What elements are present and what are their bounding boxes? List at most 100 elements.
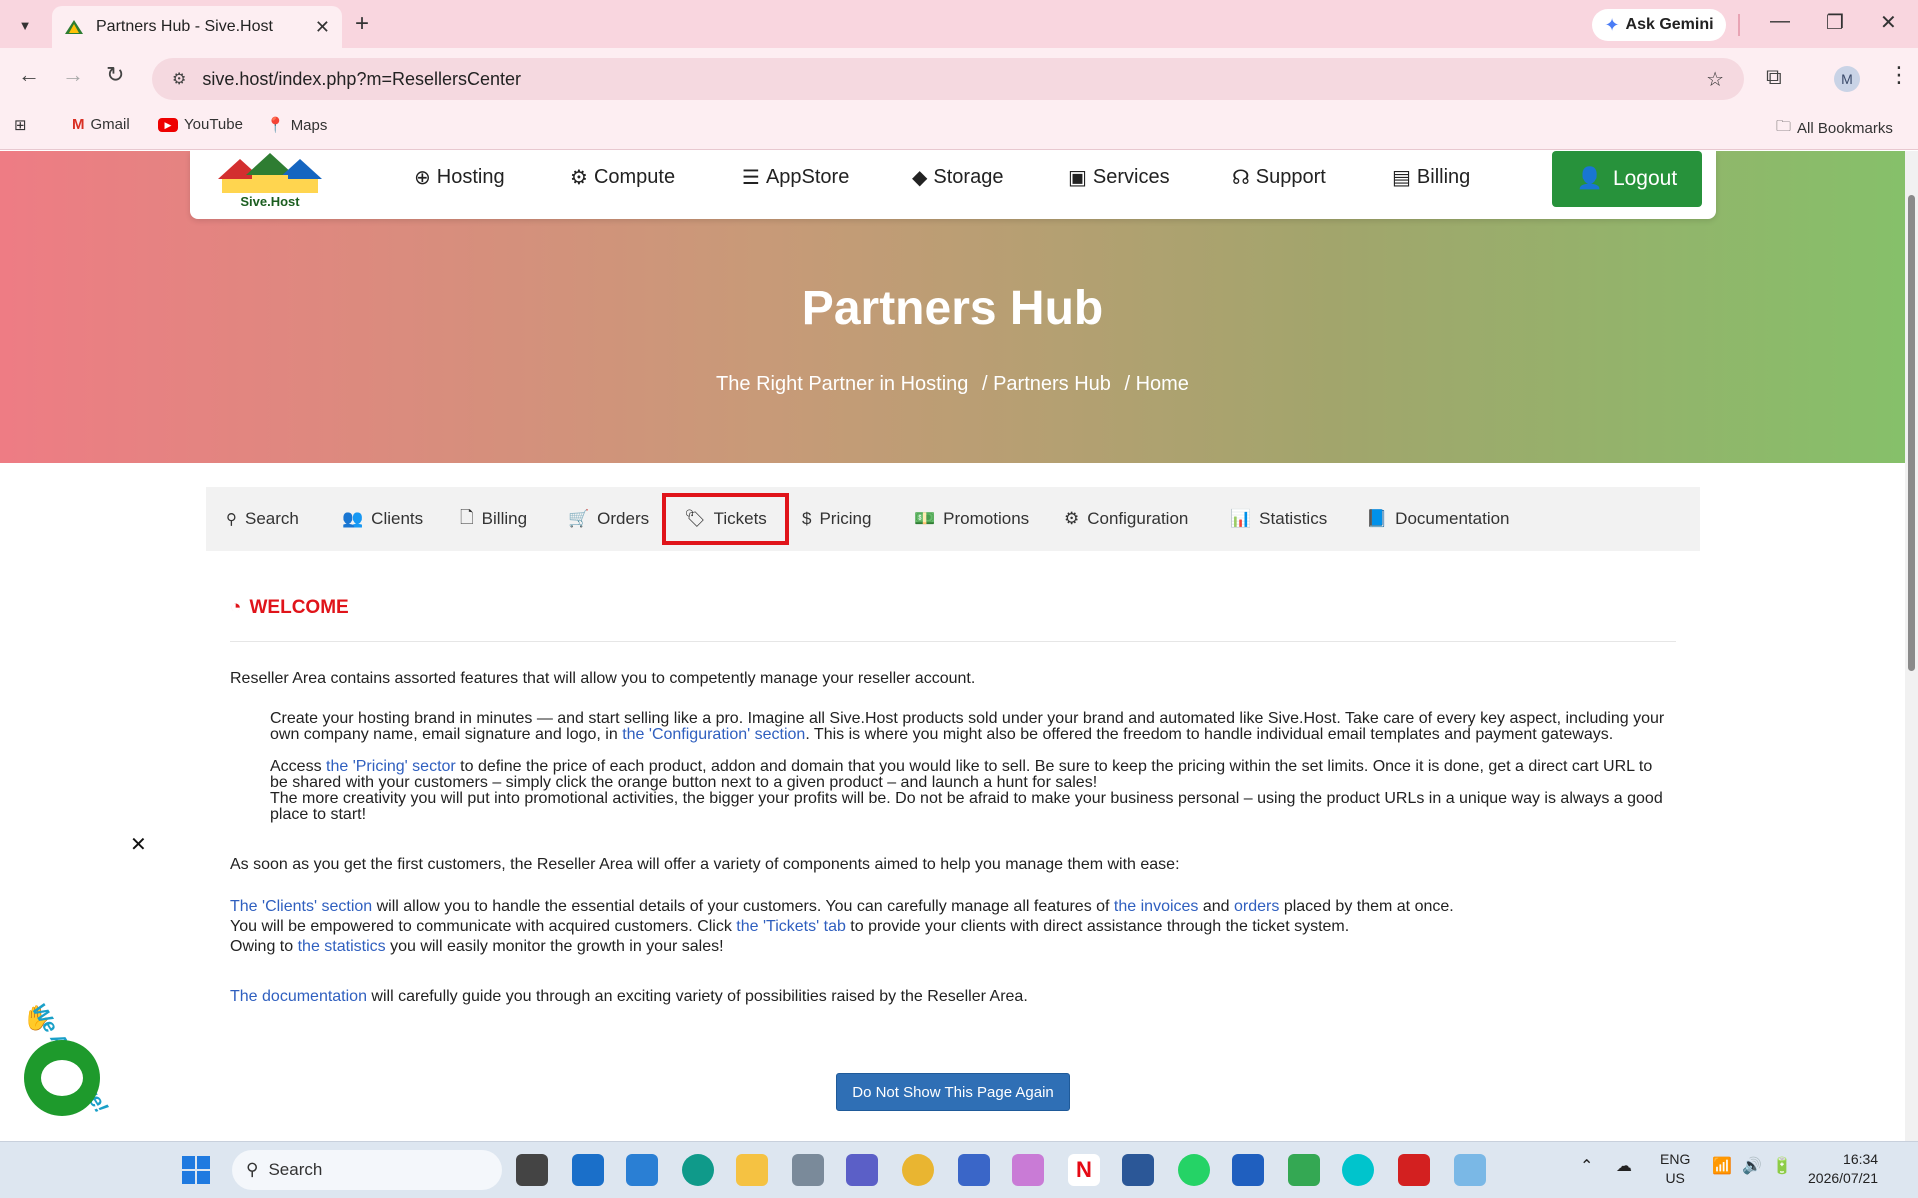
all-bookmarks-label: All Bookmarks [1797, 120, 1893, 137]
invoices-link[interactable]: the invoices [1114, 898, 1199, 915]
tab-list-chevron-icon[interactable]: ▼ [12, 12, 38, 38]
tab-orders[interactable]: 🛒 Orders [568, 503, 649, 535]
first-customers-text: As soon as you get the first customers, … [230, 856, 1180, 873]
chrome-icon[interactable] [902, 1154, 934, 1186]
bookmark-star-icon[interactable]: ☆ [1706, 67, 1724, 92]
tab-statistics[interactable]: 📊 Statistics [1230, 503, 1327, 535]
bookmark-youtube[interactable]: ▶ YouTube [158, 116, 243, 133]
text-span: placed by them at once. [1279, 898, 1454, 915]
nav-support[interactable]: ☊ Support [1232, 165, 1326, 190]
tab-label: Statistics [1259, 509, 1328, 528]
back-arrow-icon[interactable]: ← [18, 62, 40, 88]
profile-avatar[interactable]: M [1834, 66, 1860, 92]
tab-tickets[interactable]: 🏷 Tickets [662, 493, 789, 545]
file-explorer-icon[interactable] [736, 1154, 768, 1186]
all-bookmarks[interactable]: 🗀 All Bookmarks [1776, 116, 1893, 141]
app-hexagon-icon[interactable] [792, 1154, 824, 1186]
infinity-app-icon[interactable] [1232, 1154, 1264, 1186]
whatsapp-icon[interactable] [1178, 1154, 1210, 1186]
edge-icon[interactable] [682, 1154, 714, 1186]
volume-icon[interactable]: 🔊 [1742, 1156, 1762, 1176]
apps-grid-icon[interactable]: ⊞ [14, 116, 27, 134]
url-text[interactable]: sive.host/index.php?m=ResellersCenter [202, 69, 1706, 90]
tab-promotions[interactable]: 💵 Promotions [914, 503, 1029, 535]
teams-icon[interactable] [846, 1154, 878, 1186]
clients-link[interactable]: The 'Clients' section [230, 898, 372, 915]
store-icon[interactable] [958, 1154, 990, 1186]
welcome-heading-text: WELCOME [249, 597, 349, 618]
forward-arrow-icon[interactable]: → [62, 62, 84, 88]
lang-bottom: US [1665, 1170, 1685, 1186]
extensions-icon[interactable]: ⧉ [1766, 64, 1782, 90]
browser-tab[interactable]: Partners Hub - Sive.Host ✕ [52, 6, 342, 48]
tab-label: Clients [371, 509, 424, 528]
netflix-icon[interactable]: N [1068, 1154, 1100, 1186]
scrollbar-thumb[interactable] [1908, 195, 1915, 671]
gear-icon: ⚙ [570, 167, 588, 189]
new-tab-button[interactable]: + [355, 10, 369, 38]
sive-host-logo[interactable]: Sive.Host [210, 151, 330, 215]
documentation-link[interactable]: The documentation [230, 988, 367, 1005]
tab-search[interactable]: ⚲ Search [226, 503, 299, 535]
gmail-icon: M [72, 116, 85, 133]
tickets-link[interactable]: the 'Tickets' tab [736, 918, 846, 935]
chat-bubble-button[interactable] [24, 1040, 100, 1116]
configuration-link[interactable]: the 'Configuration' section [622, 726, 805, 743]
site-info-icon[interactable]: ⚙ [172, 69, 186, 89]
cloud-icon[interactable]: ☁ [1616, 1156, 1632, 1176]
nav-hosting[interactable]: ⊕ Hosting [414, 165, 505, 190]
google-drive-icon[interactable] [1288, 1154, 1320, 1186]
tab-label: Pricing [819, 509, 872, 528]
window-separator [1738, 14, 1740, 36]
tray-chevron-icon[interactable]: ⌃ [1580, 1156, 1593, 1176]
windows-start-icon[interactable] [182, 1156, 210, 1184]
nav-label: Storage [933, 166, 1004, 188]
orders-link[interactable]: orders [1234, 898, 1279, 915]
tab-pricing[interactable]: $ Pricing [802, 503, 871, 535]
paint-icon[interactable] [1454, 1154, 1486, 1186]
canva-icon[interactable] [1342, 1154, 1374, 1186]
vscode-icon[interactable] [626, 1154, 658, 1186]
task-view-icon[interactable] [516, 1154, 548, 1186]
tab-close-icon[interactable]: ✕ [315, 17, 330, 38]
outlook-icon[interactable] [572, 1154, 604, 1186]
taskbar-clock[interactable]: 16:34 2026/07/21 [1808, 1150, 1878, 1188]
address-bar[interactable]: ⚙ sive.host/index.php?m=ResellersCenter … [152, 58, 1744, 100]
ask-gemini-button[interactable]: ✦ Ask Gemini [1592, 9, 1726, 41]
tab-label: Documentation [1395, 509, 1510, 528]
tab-configuration[interactable]: ⚙ Configuration [1064, 503, 1188, 535]
nav-storage[interactable]: ◆ Storage [912, 165, 1003, 190]
logout-button[interactable]: 👤 Logout [1552, 151, 1702, 207]
copilot-icon[interactable] [1012, 1154, 1044, 1186]
bookmark-maps[interactable]: 📍 Maps [266, 116, 327, 135]
tab-clients[interactable]: 👥 Clients [342, 503, 423, 535]
wifi-icon[interactable]: 📶 [1712, 1156, 1732, 1176]
statistics-link[interactable]: the statistics [298, 938, 386, 955]
breadcrumb-item[interactable]: / Partners Hub [982, 373, 1111, 395]
nav-services[interactable]: ▣ Services [1068, 165, 1170, 190]
nav-appstore[interactable]: ☰ AppStore [742, 165, 849, 190]
tab-billing[interactable]: 🗋 Billing [460, 503, 527, 535]
window-close-icon[interactable]: ✕ [1880, 10, 1897, 35]
tab-documentation[interactable]: 📘 Documentation [1366, 503, 1510, 535]
reload-icon[interactable]: ↻ [106, 62, 124, 88]
pricing-link[interactable]: the 'Pricing' sector [326, 758, 456, 775]
text-span: to provide your clients with direct assi… [845, 918, 1350, 935]
acrobat-icon[interactable] [1398, 1154, 1430, 1186]
breadcrumb-item[interactable]: The Right Partner in Hosting [716, 373, 968, 395]
battery-icon[interactable]: 🔋 [1772, 1156, 1792, 1176]
chat-close-icon[interactable]: ✕ [130, 832, 147, 857]
browser-menu-icon[interactable]: ⋮ [1888, 62, 1910, 88]
cart-icon: 🛒 [568, 509, 590, 528]
gemini-sparkle-icon: ✦ [1604, 14, 1620, 35]
minimize-icon[interactable]: — [1770, 10, 1790, 33]
taskbar-search[interactable]: ⚲ Search [232, 1150, 502, 1190]
restore-icon[interactable]: ❐ [1826, 10, 1844, 35]
nav-label: Services [1092, 166, 1170, 188]
bookmark-gmail[interactable]: M Gmail [72, 116, 130, 133]
do-not-show-again-button[interactable]: Do Not Show This Page Again [836, 1073, 1070, 1111]
nav-compute[interactable]: ⚙ Compute [570, 165, 675, 190]
word-icon[interactable] [1122, 1154, 1154, 1186]
nav-billing[interactable]: ▤ Billing [1392, 165, 1470, 190]
language-indicator[interactable]: ENG US [1660, 1150, 1690, 1188]
